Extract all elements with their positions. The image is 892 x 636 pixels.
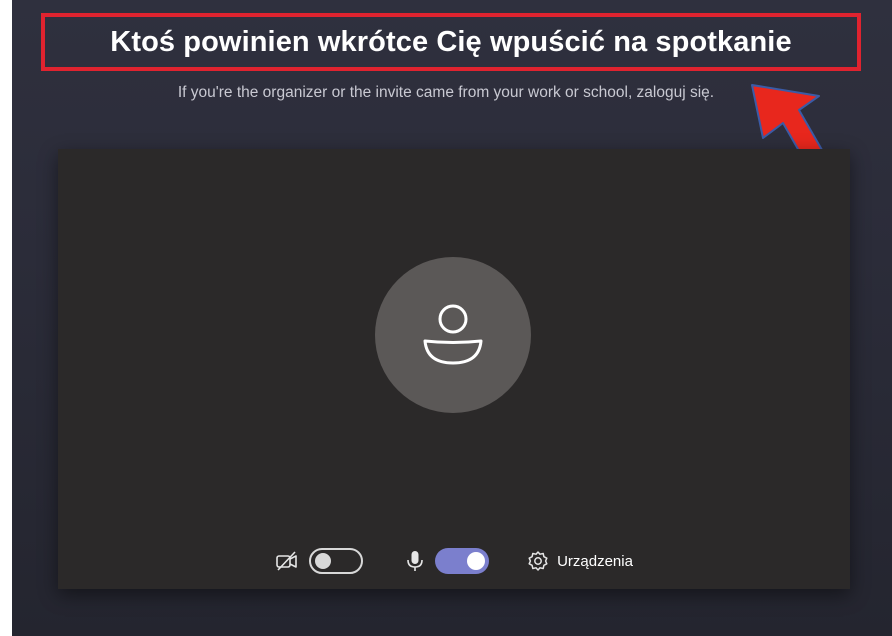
person-icon (423, 304, 483, 365)
teams-prejoin-screen: Ktoś powinien wkrótce Cię wpuścić na spo… (12, 0, 892, 636)
title-highlight-box: Ktoś powinien wkrótce Cię wpuścić na spo… (41, 13, 861, 71)
video-preview: Urządzenia (58, 149, 850, 589)
avatar (375, 257, 531, 413)
devices-button[interactable]: Urządzenia (527, 550, 633, 572)
camera-off-icon (275, 549, 299, 573)
devices-label: Urządzenia (557, 552, 633, 570)
microphone-toggle-knob (467, 552, 486, 570)
microphone-icon (405, 549, 425, 573)
device-controls-bar: Urządzenia (58, 541, 850, 581)
camera-toggle-knob (315, 553, 332, 569)
page-title: Ktoś powinien wkrótce Cię wpuścić na spo… (110, 25, 792, 58)
camera-toggle[interactable] (309, 548, 364, 574)
microphone-toggle[interactable] (435, 548, 490, 574)
gear-icon (528, 551, 548, 571)
